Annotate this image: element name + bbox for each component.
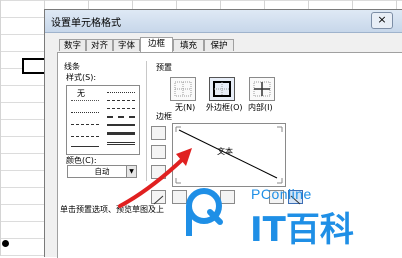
watermark-brand: PConline (251, 186, 312, 202)
watermark-text: IT百科 (250, 210, 354, 250)
tab-border[interactable]: 边框 (140, 37, 173, 52)
watermark-logo-icon (184, 186, 226, 244)
